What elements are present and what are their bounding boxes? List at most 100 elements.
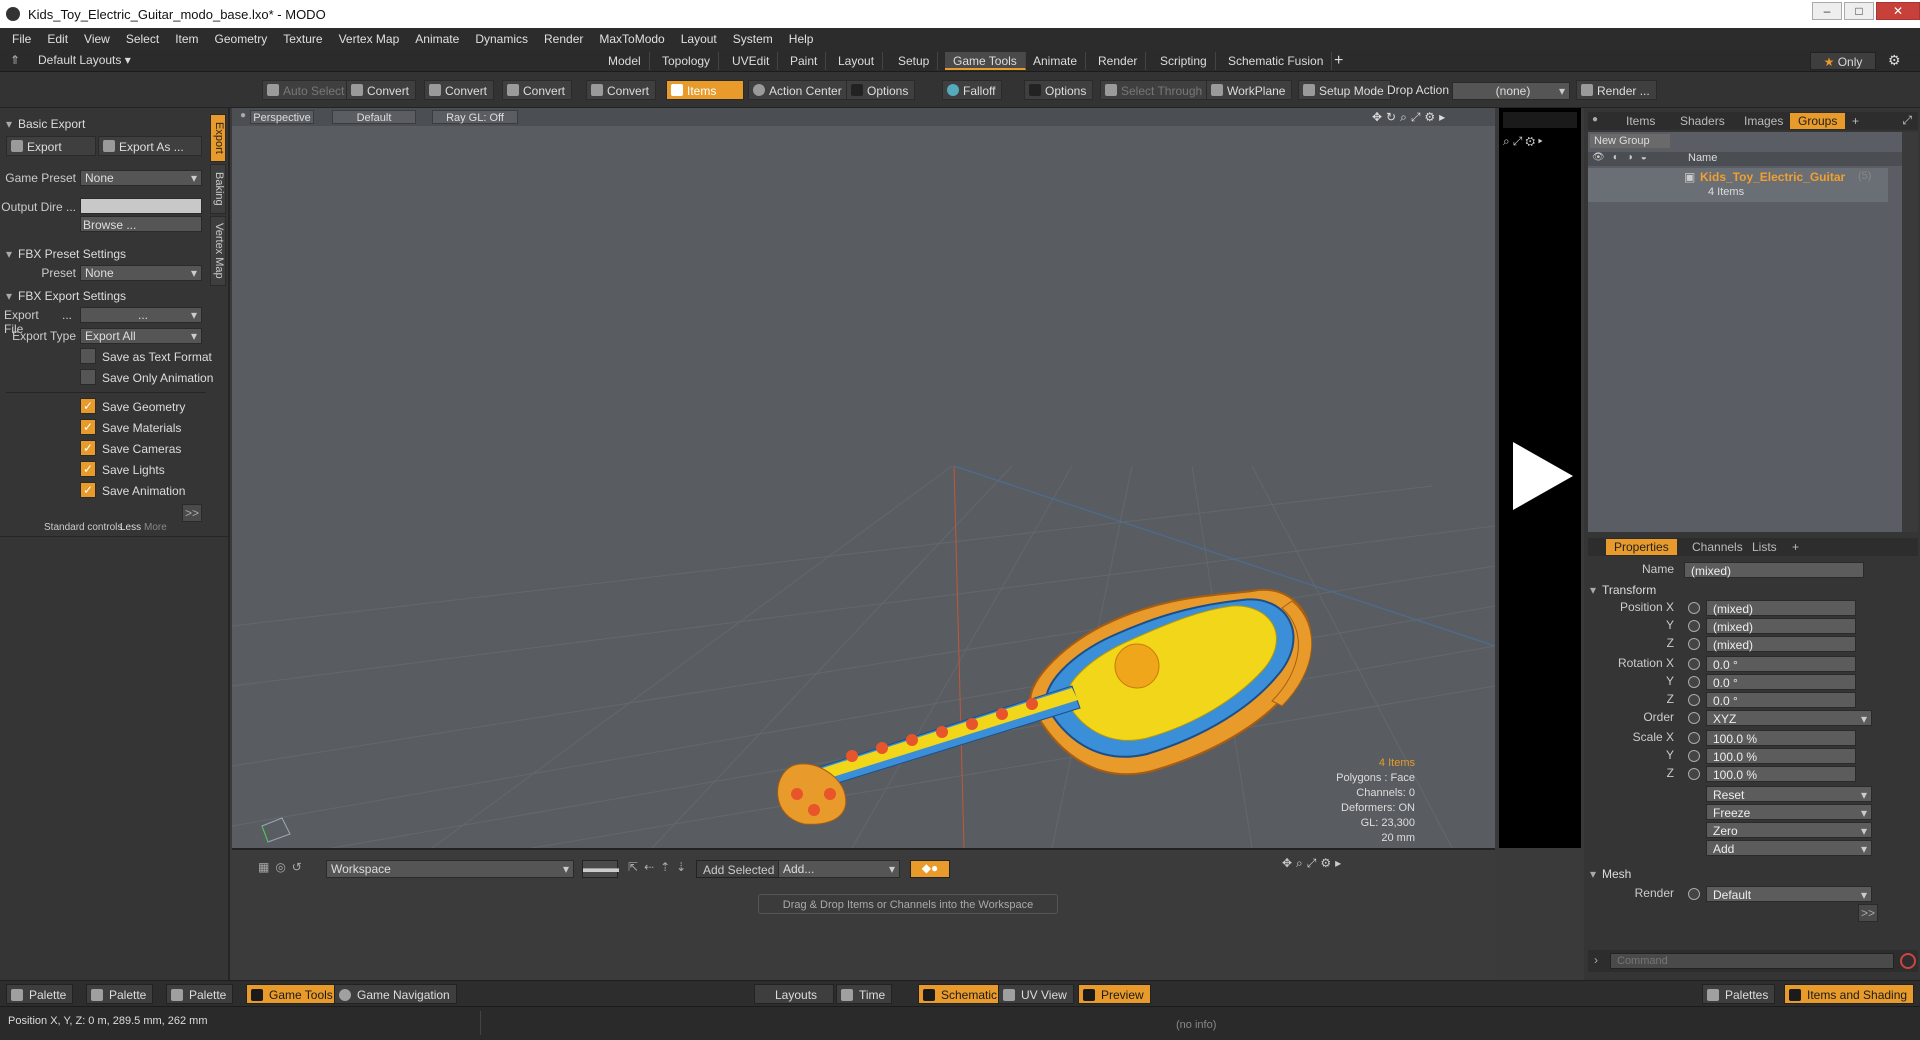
game-preset-select[interactable]: None — [80, 170, 202, 186]
save-only-animation-checkbox[interactable] — [80, 369, 96, 385]
side-tab-vertex-map[interactable]: Vertex Map — [210, 216, 226, 286]
tab-images[interactable]: Images — [1736, 113, 1791, 129]
tab-game-tools[interactable]: Game Tools — [945, 52, 1026, 70]
rotation-z-field[interactable]: 0.0 ° — [1706, 692, 1856, 708]
basic-export-header[interactable]: Basic Export — [6, 116, 85, 132]
action-center-button[interactable]: Action Center — [748, 80, 849, 100]
scale-x-field[interactable]: 100.0 % — [1706, 730, 1856, 746]
node-color-icons[interactable]: ◆● — [910, 860, 950, 878]
save-lights-checkbox[interactable]: ✓ — [80, 461, 96, 477]
tab-items[interactable]: Items — [1618, 113, 1663, 129]
tab-layout[interactable]: Layout — [830, 52, 884, 70]
more-properties-button[interactable]: >> — [1858, 904, 1878, 922]
keyframe-dot[interactable] — [1688, 732, 1700, 744]
workspace-tool-icons[interactable]: ▦◎↺ — [258, 860, 308, 874]
mesh-header[interactable]: Mesh — [1590, 866, 1631, 882]
keyframe-dot[interactable] — [1688, 620, 1700, 632]
export-button[interactable]: Export — [6, 136, 96, 156]
scale-y-field[interactable]: 100.0 % — [1706, 748, 1856, 764]
items-mode-button[interactable]: Items — [666, 80, 744, 100]
more-controls-button[interactable]: >> — [182, 504, 202, 522]
viewport-nav-icons[interactable]: ✥↻⌕⤢⚙▸ — [1372, 110, 1449, 125]
scrollbar[interactable] — [1902, 132, 1918, 532]
save-materials-checkbox[interactable]: ✓ — [80, 419, 96, 435]
tab-topology[interactable]: Topology — [654, 52, 720, 70]
side-tab-export[interactable]: Export — [210, 114, 226, 162]
freeze-dropdown[interactable]: Freeze — [1706, 804, 1872, 821]
menu-file[interactable]: File — [6, 32, 41, 46]
keyframe-dot[interactable] — [1688, 658, 1700, 670]
layouts-button[interactable]: Layouts — [754, 984, 834, 1004]
workspace-nav-icons[interactable]: ✥⌕⤢⚙▸ — [1282, 856, 1345, 871]
menu-geometry[interactable]: Geometry — [209, 32, 278, 46]
preview-panel[interactable]: ⌕⤢⚙▸ — [1499, 108, 1581, 848]
save-as-text-checkbox[interactable] — [80, 348, 96, 364]
convert-vertices-button[interactable]: Convert — [346, 80, 417, 100]
add-dropdown[interactable]: Add — [1706, 840, 1872, 857]
command-arrow-icon[interactable]: › — [1594, 953, 1598, 967]
tab-uvedit[interactable]: UVEdit — [724, 52, 779, 70]
keyframe-dot[interactable] — [1688, 638, 1700, 650]
tab-render[interactable]: Render — [1090, 52, 1147, 70]
workspace-select[interactable]: Workspace — [326, 860, 574, 878]
collapse-icon[interactable]: ⇑ — [10, 53, 20, 67]
add-tab-icon[interactable]: + — [1326, 52, 1351, 70]
tab-properties[interactable]: Properties — [1606, 539, 1677, 555]
play-icon[interactable] — [1507, 438, 1577, 514]
minimize-button[interactable]: – — [1812, 2, 1842, 20]
keyframe-dot[interactable] — [1688, 768, 1700, 780]
export-type-select[interactable]: Export All — [80, 328, 202, 344]
tab-animate[interactable]: Animate — [1025, 52, 1087, 70]
convert-edges-button[interactable]: Convert — [424, 80, 495, 100]
convert-polygons-button[interactable]: Convert — [502, 80, 573, 100]
menu-maxtomodo[interactable]: MaxToModo — [593, 32, 674, 46]
node-arrange-icons[interactable]: ⇱⇠⇡⇣ — [628, 860, 692, 874]
preset-select[interactable]: None — [80, 265, 202, 281]
transform-header[interactable]: Transform — [1590, 582, 1656, 598]
palette-button-1[interactable]: Palette — [6, 984, 74, 1004]
save-cameras-checkbox[interactable]: ✓ — [80, 440, 96, 456]
keyframe-dot[interactable] — [1688, 750, 1700, 762]
auto-select-button[interactable]: Auto Select — [262, 80, 352, 100]
less-link[interactable]: Less — [120, 522, 141, 533]
more-link[interactable]: More — [144, 522, 167, 533]
menu-system[interactable]: System — [727, 32, 783, 46]
tab-shaders[interactable]: Shaders — [1672, 113, 1733, 129]
menu-texture[interactable]: Texture — [277, 32, 332, 46]
add-tab-icon[interactable]: + — [1784, 539, 1807, 555]
keyframe-dot[interactable] — [1688, 694, 1700, 706]
close-button[interactable]: ✕ — [1876, 2, 1920, 20]
uv-view-button[interactable]: UV View — [998, 984, 1074, 1004]
menu-edit[interactable]: Edit — [41, 32, 78, 46]
command-input[interactable] — [1610, 953, 1894, 969]
gear-icon[interactable]: ⚙ — [1888, 52, 1901, 69]
time-button[interactable]: Time — [836, 984, 893, 1004]
tab-paint[interactable]: Paint — [782, 52, 827, 70]
select-through-button[interactable]: Select Through — [1100, 80, 1210, 100]
menu-view[interactable]: View — [78, 32, 120, 46]
items-shading-button[interactable]: Items and Shading — [1784, 984, 1915, 1004]
reset-dropdown[interactable]: Reset — [1706, 786, 1872, 803]
save-geometry-checkbox[interactable]: ✓ — [80, 398, 96, 414]
game-tools-button[interactable]: Game Tools — [246, 984, 340, 1004]
scale-z-field[interactable]: 100.0 % — [1706, 766, 1856, 782]
maximize-button[interactable]: □ — [1844, 2, 1874, 20]
expand-icon[interactable]: ⤢ — [1902, 113, 1912, 128]
add-tab-icon[interactable]: + — [1844, 113, 1867, 129]
export-as-button[interactable]: Export As ... — [98, 136, 202, 156]
menu-dynamics[interactable]: Dynamics — [469, 32, 538, 46]
keyframe-dot[interactable] — [1688, 888, 1700, 900]
tab-scripting[interactable]: Scripting — [1152, 52, 1216, 70]
zero-dropdown[interactable]: Zero — [1706, 822, 1872, 839]
tab-model[interactable]: Model — [600, 52, 650, 70]
layout-selector[interactable]: Default Layouts ▾ — [38, 53, 131, 67]
side-tab-baking[interactable]: Baking — [210, 164, 226, 214]
browse-button[interactable]: Browse ... — [80, 216, 202, 232]
falloff-button[interactable]: Falloff — [942, 80, 1003, 100]
keyframe-dot[interactable] — [1688, 712, 1700, 724]
rotation-x-field[interactable]: 0.0 ° — [1706, 656, 1856, 672]
export-file-browse[interactable]: ... — [62, 308, 72, 322]
preview-button[interactable]: Preview — [1078, 984, 1151, 1004]
setup-mode-button[interactable]: Setup Mode — [1298, 80, 1391, 100]
keyframe-dot[interactable] — [1688, 602, 1700, 614]
